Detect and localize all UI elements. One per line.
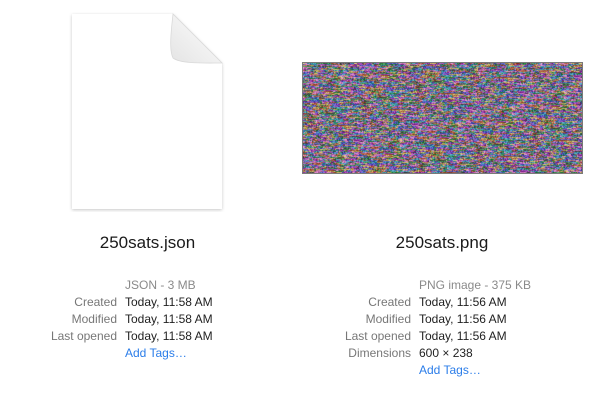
image-thumbnail <box>302 62 583 174</box>
file-name: 250sats.png <box>395 233 489 252</box>
dimensions-row: Dimensions 600 × 238 <box>295 345 589 362</box>
created-label: Created <box>74 295 117 309</box>
file-info-list: PNG image - 375 KB Created Today, 11:56 … <box>295 277 589 379</box>
dimensions-value: 600 × 238 <box>419 346 473 360</box>
last-opened-value: Today, 11:56 AM <box>419 329 507 343</box>
document-icon <box>72 13 223 209</box>
file-kind: JSON - 3 MB <box>125 278 196 292</box>
kind-row: JSON - 3 MB <box>0 277 295 294</box>
modified-row: Modified Today, 11:56 AM <box>295 311 589 328</box>
last-opened-row: Last opened Today, 11:58 AM <box>0 328 295 345</box>
dimensions-label: Dimensions <box>348 346 411 360</box>
tags-row: Add Tags… <box>0 345 295 362</box>
modified-label: Modified <box>365 312 411 326</box>
modified-value: Today, 11:56 AM <box>419 312 507 326</box>
modified-label: Modified <box>71 312 117 326</box>
add-tags-link[interactable]: Add Tags… <box>419 362 481 379</box>
last-opened-label: Last opened <box>50 329 117 343</box>
add-tags-link[interactable]: Add Tags… <box>125 345 187 362</box>
created-value: Today, 11:58 AM <box>125 295 213 309</box>
created-value: Today, 11:56 AM <box>419 295 507 309</box>
created-label: Created <box>368 295 411 309</box>
created-row: Created Today, 11:56 AM <box>295 294 589 311</box>
modified-row: Modified Today, 11:58 AM <box>0 311 295 328</box>
file-name: 250sats.json <box>99 233 196 252</box>
file-info-window: 250sats.json JSON - 3 MB Created Today, … <box>0 0 589 406</box>
json-file-panel: 250sats.json JSON - 3 MB Created Today, … <box>0 0 295 406</box>
file-info-list: JSON - 3 MB Created Today, 11:58 AM Modi… <box>0 277 295 362</box>
png-file-panel: 250sats.png PNG image - 375 KB Created T… <box>295 0 589 406</box>
file-kind: PNG image - 375 KB <box>419 278 532 292</box>
created-row: Created Today, 11:58 AM <box>0 294 295 311</box>
kind-row: PNG image - 375 KB <box>295 277 589 294</box>
last-opened-label: Last opened <box>344 329 411 343</box>
last-opened-value: Today, 11:58 AM <box>125 329 213 343</box>
modified-value: Today, 11:58 AM <box>125 312 213 326</box>
tags-row: Add Tags… <box>295 362 589 379</box>
last-opened-row: Last opened Today, 11:56 AM <box>295 328 589 345</box>
